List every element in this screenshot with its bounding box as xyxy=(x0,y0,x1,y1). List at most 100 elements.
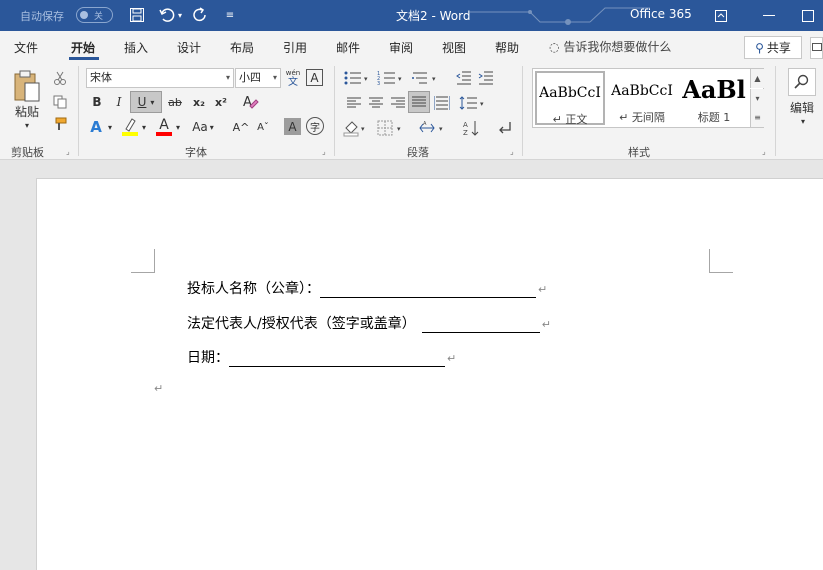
maximize-icon[interactable] xyxy=(792,0,823,31)
chevron-down-icon[interactable]: ▾ xyxy=(140,122,148,132)
ribbon-separator xyxy=(334,66,335,156)
styles-launcher-icon[interactable]: ⌟ xyxy=(762,148,769,156)
lightbulb-icon: ◌ xyxy=(549,40,560,54)
tab-insert[interactable]: 插入 xyxy=(124,39,148,56)
shrink-font-button[interactable]: Aˇ xyxy=(254,117,272,137)
font-size-value: 小四 xyxy=(239,71,261,84)
tab-references[interactable]: 引用 xyxy=(283,39,307,56)
decrease-indent-icon[interactable] xyxy=(454,68,474,88)
align-center-icon[interactable] xyxy=(366,93,386,113)
justify-icon[interactable] xyxy=(408,91,430,113)
font-color-icon[interactable]: A xyxy=(154,116,174,138)
grow-font-button[interactable]: A^ xyxy=(232,117,250,137)
clear-formatting-icon[interactable]: A xyxy=(240,91,260,111)
multilevel-list-icon[interactable]: ▾ xyxy=(410,68,440,88)
svg-text:3: 3 xyxy=(377,81,380,86)
character-shading-button[interactable]: A xyxy=(284,118,301,135)
title-bar: 自动保存 关 ▾ ≡ 文档2 - Word Office 365 xyxy=(0,0,823,31)
tab-mailings[interactable]: 邮件 xyxy=(336,39,360,56)
tab-design[interactable]: 设计 xyxy=(177,39,201,56)
customize-qat-icon[interactable]: ≡ xyxy=(220,5,240,25)
styles-more-icon[interactable]: ≡ xyxy=(750,108,764,127)
tell-me-search[interactable]: ◌ 告诉我你想要做什么 xyxy=(549,38,671,55)
comments-icon[interactable] xyxy=(810,37,823,59)
highlight-icon[interactable] xyxy=(120,116,140,138)
bullets-icon[interactable]: ▾ xyxy=(342,68,372,88)
distributed-icon[interactable] xyxy=(432,93,452,113)
chevron-down-icon[interactable]: ▾ xyxy=(796,116,810,126)
tab-file[interactable]: 文件 xyxy=(14,39,38,56)
tab-home[interactable]: 开始 xyxy=(71,39,95,56)
save-icon[interactable] xyxy=(127,5,147,25)
text-effects-button[interactable]: A xyxy=(86,116,106,138)
font-name-combo[interactable]: 宋体 ▾ xyxy=(86,68,234,88)
bold-button[interactable]: B xyxy=(88,92,106,112)
ribbon-separator xyxy=(775,66,776,156)
italic-button[interactable]: I xyxy=(110,92,128,112)
svg-text:▾: ▾ xyxy=(432,75,436,83)
undo-dropdown-icon[interactable]: ▾ xyxy=(175,5,185,25)
enclose-characters-button[interactable]: 字 xyxy=(306,117,324,135)
document-page[interactable] xyxy=(36,178,823,570)
increase-indent-icon[interactable] xyxy=(476,68,496,88)
autosave-state: 关 xyxy=(94,12,104,22)
line-spacing-icon[interactable]: ▾ xyxy=(458,93,488,113)
legal-rep-line[interactable]: 法定代表人/授权代表（签字或盖章） ↵ xyxy=(187,313,551,333)
chevron-down-icon[interactable]: ▾ xyxy=(174,122,182,132)
chinese-layout-icon[interactable]: A ▾ xyxy=(418,117,448,139)
minimize-icon[interactable] xyxy=(746,0,792,31)
autosave-toggle[interactable]: 关 xyxy=(76,7,113,23)
style-no-spacing[interactable]: AaBbCcI ↵ 无间隔 xyxy=(607,71,677,125)
style-sample: AaBl xyxy=(682,75,746,104)
format-painter-icon[interactable] xyxy=(52,116,68,132)
align-left-icon[interactable] xyxy=(344,93,364,113)
styles-scroll-up-icon[interactable]: ▲ xyxy=(750,69,764,88)
paragraph-launcher-icon[interactable]: ⌟ xyxy=(510,148,517,156)
clipboard-launcher-icon[interactable]: ⌟ xyxy=(66,148,73,156)
tab-help[interactable]: 帮助 xyxy=(495,39,519,56)
borders-icon[interactable]: ▾ xyxy=(376,117,406,139)
phonetic-guide-icon[interactable]: wén 文 xyxy=(284,67,302,89)
redo-icon[interactable] xyxy=(190,5,210,25)
tab-review[interactable]: 审阅 xyxy=(389,39,413,56)
character-border-icon[interactable]: A xyxy=(306,69,323,86)
bidder-name-label: 投标人名称（公章）： xyxy=(187,281,320,297)
style-heading-1[interactable]: AaBl 标题 1 xyxy=(679,71,749,125)
document-title: 文档2 - Word xyxy=(396,9,471,23)
style-normal[interactable]: AaBbCcI ↵ 正文 xyxy=(535,71,605,126)
search-icon[interactable] xyxy=(788,68,816,96)
numbering-icon[interactable]: 1 2 3 ▾ xyxy=(376,68,406,88)
paste-icon[interactable] xyxy=(10,68,44,106)
font-size-combo[interactable]: 小四 ▾ xyxy=(235,68,281,88)
bidder-name-line[interactable]: 投标人名称（公章）： ↵ xyxy=(187,278,547,298)
paste-dropdown-icon[interactable]: ▾ xyxy=(20,120,34,130)
subscript-button[interactable]: x₂ xyxy=(190,92,208,112)
underline-letter: U xyxy=(137,95,147,109)
legal-rep-label: 法定代表人/授权代表（签字或盖章） xyxy=(187,316,416,332)
undo-icon[interactable] xyxy=(157,5,177,25)
shading-icon[interactable]: ▾ xyxy=(342,117,370,139)
align-right-icon[interactable] xyxy=(388,93,408,113)
editing-label[interactable]: 编辑 xyxy=(786,100,818,115)
date-line[interactable]: 日期： ↵ xyxy=(187,347,456,367)
underline-button[interactable]: U ▾ xyxy=(130,91,162,113)
copy-icon[interactable] xyxy=(52,94,68,110)
sort-icon[interactable]: AZ xyxy=(460,117,482,139)
tab-layout[interactable]: 布局 xyxy=(230,39,254,56)
share-button[interactable]: ⚲ 共享 xyxy=(744,36,802,59)
clipboard-group-label: 剪贴板 xyxy=(11,146,44,159)
cut-icon[interactable] xyxy=(52,70,68,86)
strikethrough-button[interactable]: ab xyxy=(166,92,184,112)
tab-view[interactable]: 视图 xyxy=(442,39,466,56)
styles-scroll-down-icon[interactable]: ▾ xyxy=(750,89,764,108)
paste-label[interactable]: 粘贴 xyxy=(12,104,42,119)
change-case-button[interactable]: Aa ▾ xyxy=(188,117,218,137)
show-hide-marks-icon[interactable] xyxy=(494,117,514,139)
ribbon-display-icon[interactable] xyxy=(698,0,744,31)
chevron-down-icon: ▾ xyxy=(272,73,277,82)
chevron-down-icon[interactable]: ▾ xyxy=(106,122,114,132)
character-border-letter: A xyxy=(310,70,319,85)
font-launcher-icon[interactable]: ⌟ xyxy=(322,148,329,156)
font-group-label: 字体 xyxy=(185,146,207,159)
superscript-button[interactable]: x² xyxy=(212,92,230,112)
